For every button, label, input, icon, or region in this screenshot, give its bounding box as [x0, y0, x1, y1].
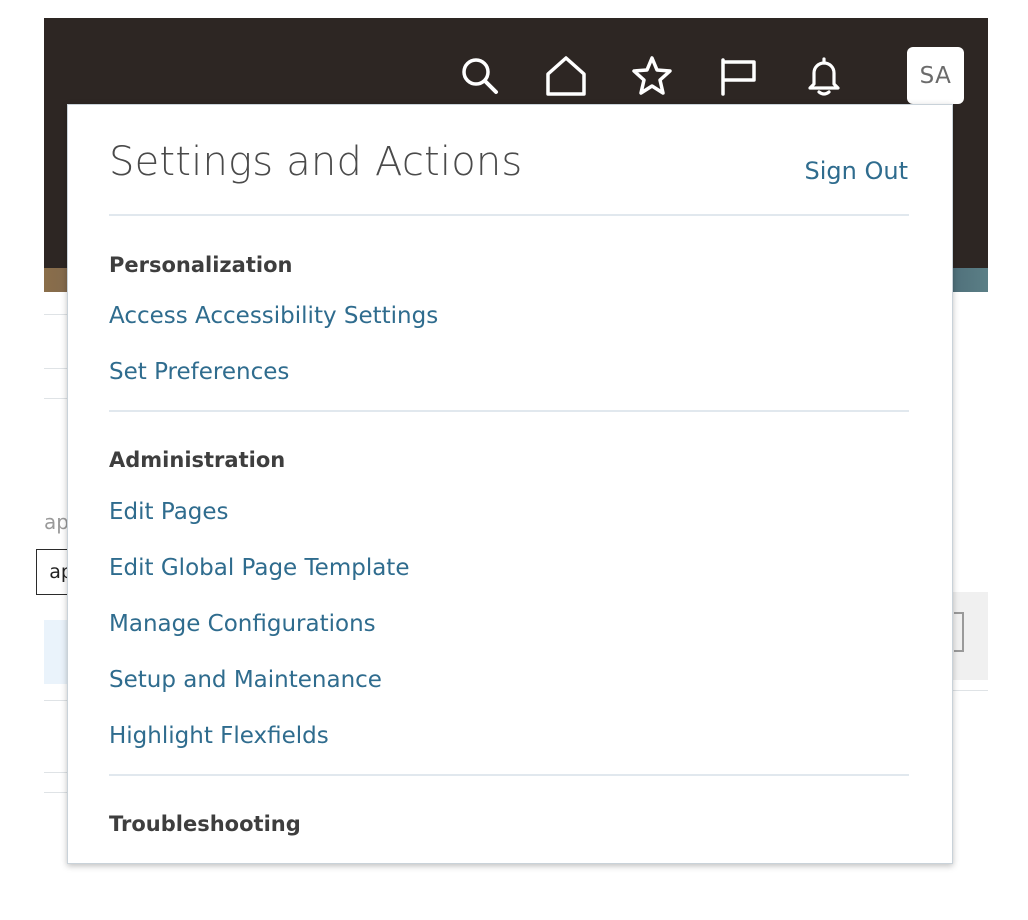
app-window: ap ap SA Settings and Actions Sign Out P…	[0, 0, 1028, 920]
section-heading-personalization: Personalization	[109, 253, 293, 277]
watchlist-button[interactable]	[714, 52, 762, 100]
background-panel-edge	[952, 592, 988, 680]
settings-and-actions-popup: Settings and Actions Sign Out Personaliz…	[67, 104, 953, 864]
sign-out-link[interactable]: Sign Out	[805, 157, 909, 185]
background-selected-row	[44, 620, 68, 684]
background-divider	[44, 700, 68, 701]
background-divider	[44, 314, 68, 315]
search-button[interactable]	[456, 52, 504, 100]
home-icon	[546, 56, 586, 96]
menu-item-edit-global-page-template[interactable]: Edit Global Page Template	[109, 555, 409, 581]
menu-item-manage-configurations[interactable]: Manage Configurations	[109, 611, 376, 637]
watchlist-flag-icon	[721, 58, 756, 96]
background-divider	[44, 368, 68, 369]
search-icon	[462, 58, 498, 94]
background-control-edge	[954, 612, 964, 652]
background-divider	[44, 398, 68, 399]
menu-item-access-accessibility-settings[interactable]: Access Accessibility Settings	[109, 303, 438, 329]
background-partial-label: ap	[44, 510, 69, 534]
background-divider	[44, 772, 68, 773]
user-avatar-button[interactable]: SA	[907, 47, 964, 104]
notifications-button[interactable]	[800, 52, 848, 100]
section-divider	[109, 410, 909, 412]
home-button[interactable]	[542, 52, 590, 100]
menu-item-setup-and-maintenance[interactable]: Setup and Maintenance	[109, 667, 382, 693]
popup-title: Settings and Actions	[109, 139, 523, 185]
section-divider	[109, 774, 909, 776]
avatar-initials: SA	[919, 62, 952, 89]
favorites-button[interactable]	[628, 52, 676, 100]
menu-item-highlight-flexfields[interactable]: Highlight Flexfields	[109, 723, 329, 749]
menu-item-set-preferences[interactable]: Set Preferences	[109, 359, 289, 385]
background-divider	[952, 690, 988, 691]
menu-item-edit-pages[interactable]: Edit Pages	[109, 499, 229, 525]
background-divider	[44, 792, 68, 793]
section-heading-troubleshooting: Troubleshooting	[109, 812, 301, 836]
section-divider	[109, 214, 909, 216]
section-heading-administration: Administration	[109, 448, 286, 472]
favorites-star-icon	[632, 56, 672, 95]
notifications-bell-icon	[808, 57, 840, 96]
